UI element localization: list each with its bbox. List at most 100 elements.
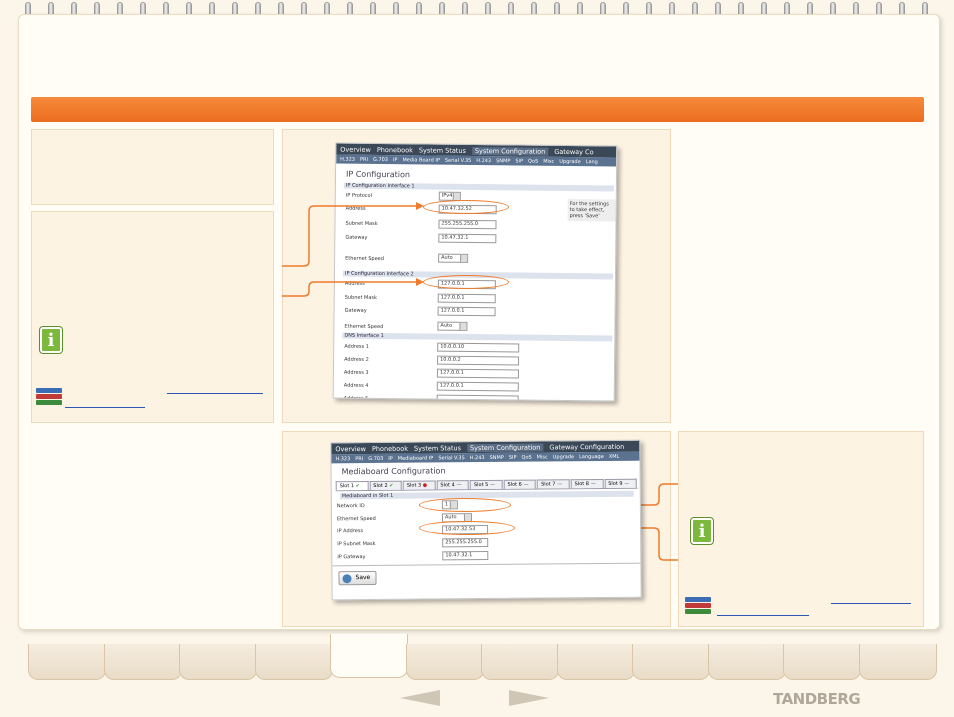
gateway-input-2[interactable]: 127.0.0.1 xyxy=(437,306,496,317)
gateway-input[interactable]: 10.47.32.1 xyxy=(438,233,497,244)
section-tab[interactable] xyxy=(707,644,786,680)
subtab-item[interactable]: IP xyxy=(393,157,398,163)
section-tab[interactable] xyxy=(330,634,408,678)
section-tab[interactable] xyxy=(783,644,861,680)
next-page-arrow[interactable] xyxy=(509,690,549,706)
empty-slot-icon: — xyxy=(521,481,529,488)
highlight-address-1 xyxy=(423,200,509,214)
tandberg-logo: TANDBERG xyxy=(773,690,861,708)
tab-overview[interactable]: Overview xyxy=(340,145,371,153)
subtab-item[interactable]: H.323 xyxy=(335,456,350,462)
network-id-label: Network ID xyxy=(336,503,365,510)
intro-panel xyxy=(31,129,274,205)
section-tab[interactable] xyxy=(254,644,333,680)
subtab-item[interactable]: SNMP xyxy=(490,454,504,460)
manual-link-line2[interactable] xyxy=(717,615,809,616)
save-button[interactable]: Save xyxy=(338,570,377,586)
subtab-item[interactable]: G.703 xyxy=(373,156,388,162)
manual-link[interactable] xyxy=(167,393,263,394)
section-tab[interactable] xyxy=(179,644,257,680)
ip-subnet-mask-input[interactable]: 255.255.255.0 xyxy=(442,537,489,548)
empty-slot-icon: — xyxy=(588,481,596,488)
slot-tab[interactable]: Slot 2 ✔ xyxy=(369,480,402,491)
section-tab[interactable] xyxy=(858,644,937,680)
dns-address-input[interactable]: 127.0.0.1 xyxy=(436,368,519,379)
slot-tab-label: Slot 5 xyxy=(473,481,489,489)
manual-link-line2[interactable] xyxy=(65,407,145,408)
section-tab[interactable] xyxy=(405,644,484,680)
subnet-mask-input-2[interactable]: 127.0.0.1 xyxy=(437,293,496,304)
ethernet-speed-select-2[interactable]: Auto xyxy=(437,321,468,331)
subtab-item[interactable]: G.703 xyxy=(368,455,383,461)
slot-tab-label: Slot 1 xyxy=(339,483,355,490)
subtab-item[interactable]: SNMP xyxy=(496,158,510,164)
highlight-ip-address xyxy=(419,521,515,535)
subtab-item[interactable]: SIP xyxy=(515,158,523,164)
section-tab[interactable] xyxy=(103,644,182,680)
subtab-item[interactable]: IP xyxy=(388,455,393,461)
slot-tab[interactable]: Slot 6 — xyxy=(503,479,537,489)
subtab-item[interactable]: Upgrade xyxy=(553,454,574,460)
tab-system-configuration[interactable]: System Configuration xyxy=(471,146,549,156)
tab-phonebook[interactable]: Phonebook xyxy=(372,444,408,452)
save-button-label: Save xyxy=(355,574,371,582)
highlight-network-id xyxy=(419,498,511,512)
slot-tab[interactable]: Slot 9 — xyxy=(604,478,637,488)
tab-gateway-configuration[interactable]: Gateway Configuration xyxy=(549,442,624,451)
subtab-item[interactable]: Serial V.35 xyxy=(438,455,465,461)
tab-system-status[interactable]: System Status xyxy=(414,444,461,452)
subtab-item[interactable]: QoS xyxy=(521,454,531,460)
tab-phonebook[interactable]: Phonebook xyxy=(377,145,413,153)
section-tab[interactable] xyxy=(632,644,710,680)
description-panel: i xyxy=(31,211,274,423)
subtab-item[interactable]: Misc xyxy=(537,454,548,460)
subtab-item[interactable]: H.243 xyxy=(476,158,491,164)
ethernet-speed-label: Ethernet Speed xyxy=(345,255,384,263)
subtab-item[interactable]: PRI xyxy=(355,456,363,462)
subtab-item[interactable]: Media Board IP xyxy=(402,157,439,163)
tab-system-status[interactable]: System Status xyxy=(419,146,466,154)
subtab-item[interactable]: Lang xyxy=(586,159,598,165)
subtab-item[interactable]: Upgrade xyxy=(559,158,580,164)
subtab-item[interactable]: Misc xyxy=(543,158,554,164)
chevron-down-icon xyxy=(460,254,468,262)
dns-address-input[interactable]: 10.0.0.2 xyxy=(437,355,520,366)
section-tab[interactable] xyxy=(481,644,559,680)
ip-gateway-input[interactable]: 10.47.32.1 xyxy=(442,550,489,561)
subtab-item[interactable]: XML xyxy=(609,453,620,459)
ip-address-label: IP Address xyxy=(337,528,364,535)
subtab-item[interactable]: QoS xyxy=(528,158,538,164)
subtab-item[interactable]: SIP xyxy=(509,454,517,460)
ip-protocol-label: IP Protocol xyxy=(345,192,373,199)
slot-tab[interactable]: Slot 4 — xyxy=(436,480,469,490)
subtab-item[interactable]: Serial V.35 xyxy=(445,157,472,163)
slot-tab[interactable]: Slot 3 ● xyxy=(402,480,436,490)
slot-tab[interactable]: Slot 8 — xyxy=(570,478,604,489)
slot-tab-label: Slot 6 xyxy=(507,481,522,488)
subtab-item[interactable]: PRI xyxy=(360,156,368,162)
subtab-item[interactable]: Language xyxy=(579,453,604,459)
subtab-item[interactable]: H.323 xyxy=(340,156,355,162)
section-tab[interactable] xyxy=(28,644,106,680)
slot-tab[interactable]: Slot 1 ✔ xyxy=(335,481,369,491)
subtab-item[interactable]: H.243 xyxy=(470,455,485,461)
tab-gateway-configuration[interactable]: Gateway Co xyxy=(554,147,593,155)
slot-tab[interactable]: Slot 5 — xyxy=(469,479,503,490)
chevron-down-icon xyxy=(452,192,460,200)
subnet-mask-label: Subnet Mask xyxy=(345,220,378,227)
manual-link[interactable] xyxy=(831,603,911,604)
tab-overview[interactable]: Overview xyxy=(335,445,366,453)
mediaboard-description-panel: i xyxy=(678,431,924,627)
dns-address-input[interactable]: 127.0.0.1 xyxy=(436,381,519,392)
ethernet-speed-select[interactable]: Auto xyxy=(438,253,469,263)
tab-system-configuration[interactable]: System Configuration xyxy=(466,442,544,452)
empty-slot-icon: — xyxy=(555,481,563,488)
section-tab[interactable] xyxy=(556,644,635,680)
page-header-bar xyxy=(31,97,924,122)
previous-page-arrow[interactable] xyxy=(400,690,440,706)
slot-tab[interactable]: Slot 7 — xyxy=(537,479,570,489)
subtab-item[interactable]: Mediaboard IP xyxy=(398,455,434,461)
dns-address-input[interactable]: 10.0.0.10 xyxy=(437,342,520,353)
check-icon: ✔ xyxy=(387,482,394,489)
subnet-mask-input[interactable]: 255.255.255.0 xyxy=(438,219,497,230)
